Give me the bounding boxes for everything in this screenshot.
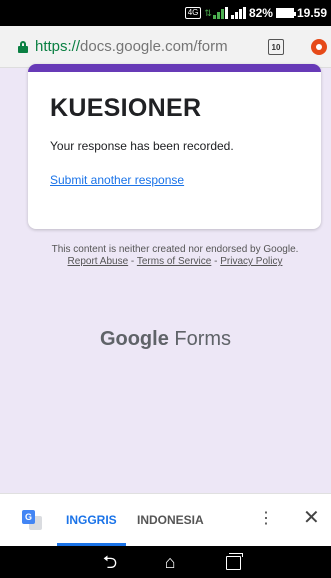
lang-tab-source[interactable]: INGGRIS	[66, 513, 117, 527]
data-activity-icon: ⇅	[204, 7, 211, 18]
recent-apps-icon[interactable]	[223, 552, 243, 572]
url-field[interactable]: https://docs.google.com/form	[35, 38, 240, 55]
privacy-policy-link[interactable]: Privacy Policy	[220, 256, 282, 267]
submit-another-response-link[interactable]: Submit another response	[50, 173, 184, 187]
clock: 19.59	[296, 6, 327, 20]
form-title: KUESIONER	[50, 94, 202, 122]
battery-percentage: 82%	[248, 6, 273, 20]
separator: -	[211, 256, 221, 267]
report-abuse-link[interactable]: Report Abuse	[68, 256, 129, 267]
close-icon[interactable]: ✕	[303, 508, 320, 528]
lang-tab-target[interactable]: INDONESIA	[137, 513, 204, 527]
url-host-path: docs.google.com/form	[80, 38, 228, 55]
lock-icon	[18, 40, 28, 53]
google-forms-logo: Google Forms	[0, 328, 331, 351]
google-wordmark: Google	[99, 328, 169, 350]
sim2-signal-icon	[230, 7, 246, 19]
more-options-icon[interactable]: ⋮	[258, 511, 274, 527]
translate-bar: G INGGRIS INDONESIA ⋮ ✕	[0, 493, 331, 546]
disclaimer-text: This content is neither created nor endo…	[51, 244, 299, 255]
google-translate-icon: G	[22, 510, 42, 530]
disclaimer: This content is neither created nor endo…	[40, 244, 310, 268]
browser-address-bar[interactable]: https://docs.google.com/form 10	[0, 26, 331, 68]
tab-switcher-button[interactable]: 10	[268, 39, 284, 55]
back-icon[interactable]: ⮌	[100, 552, 120, 572]
battery-icon	[275, 8, 296, 18]
response-card: KUESIONER Your response has been recorde…	[28, 64, 321, 229]
url-scheme: https://	[35, 38, 81, 55]
network-type-badge: 4G	[184, 7, 202, 19]
home-icon[interactable]: ⌂	[160, 552, 180, 572]
status-bar: 4G ⇅ 82% 19.59	[0, 0, 331, 26]
system-nav-bar: ⮌ ⌂	[0, 546, 331, 578]
signal-strength-icon	[212, 7, 228, 19]
browser-extension-icon[interactable]	[311, 39, 327, 55]
separator: -	[128, 256, 137, 267]
forms-wordmark: Forms	[174, 328, 232, 350]
confirmation-message: Your response has been recorded.	[50, 139, 234, 153]
card-accent-bar	[28, 64, 321, 72]
terms-of-service-link[interactable]: Terms of Service	[137, 256, 211, 267]
